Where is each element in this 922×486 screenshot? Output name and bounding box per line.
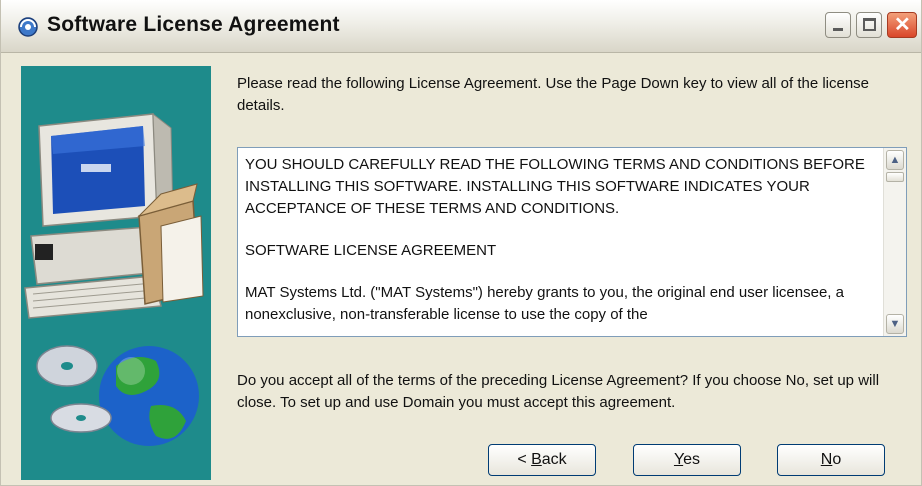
setup-sidebar-image bbox=[21, 66, 211, 480]
license-scrollbar[interactable]: ▲ ▼ bbox=[883, 148, 906, 336]
minimize-button[interactable] bbox=[825, 12, 851, 38]
yes-button-label: es bbox=[683, 451, 701, 468]
no-button[interactable]: No bbox=[777, 444, 885, 476]
back-button-prefix: < bbox=[517, 451, 532, 468]
accept-question-text: Do you accept all of the terms of the pr… bbox=[237, 372, 880, 411]
license-text-box[interactable]: YOU SHOULD CAREFULLY READ THE FOLLOWING … bbox=[237, 147, 907, 337]
scroll-down-button[interactable]: ▼ bbox=[886, 314, 904, 334]
yes-button-mnemonic: Y bbox=[673, 451, 684, 468]
no-button-label: o bbox=[832, 451, 842, 468]
license-paragraph: YOU SHOULD CAREFULLY READ THE FOLLOWING … bbox=[245, 156, 865, 217]
scroll-thumb[interactable] bbox=[886, 172, 904, 182]
license-dialog: Software License Agreement ✕ Please read… bbox=[0, 0, 922, 486]
window-title: Software License Agreement bbox=[47, 13, 340, 36]
setup-app-icon bbox=[18, 17, 38, 37]
close-icon: ✕ bbox=[894, 14, 911, 36]
chevron-down-icon: ▼ bbox=[889, 318, 901, 330]
close-button[interactable]: ✕ bbox=[887, 12, 917, 38]
license-paragraph: MAT Systems Ltd. ("MAT Systems") hereby … bbox=[245, 284, 844, 323]
intro-text: Please read the following License Agreem… bbox=[237, 75, 870, 114]
back-button-label: ack bbox=[541, 451, 567, 468]
title-bar[interactable]: Software License Agreement ✕ bbox=[1, 0, 921, 53]
maximize-icon bbox=[863, 18, 876, 31]
chevron-up-icon: ▲ bbox=[889, 154, 901, 166]
minimize-icon bbox=[833, 28, 843, 31]
maximize-button[interactable] bbox=[856, 12, 882, 38]
back-button-mnemonic: B bbox=[531, 451, 542, 468]
computer-illustration bbox=[24, 112, 204, 446]
license-paragraph: SOFTWARE LICENSE AGREEMENT bbox=[245, 242, 497, 259]
back-button[interactable]: < Back bbox=[488, 444, 596, 476]
no-button-mnemonic: N bbox=[820, 451, 833, 468]
license-text: YOU SHOULD CAREFULLY READ THE FOLLOWING … bbox=[245, 154, 873, 336]
scroll-up-button[interactable]: ▲ bbox=[886, 150, 904, 170]
yes-button[interactable]: Yes bbox=[633, 444, 741, 476]
